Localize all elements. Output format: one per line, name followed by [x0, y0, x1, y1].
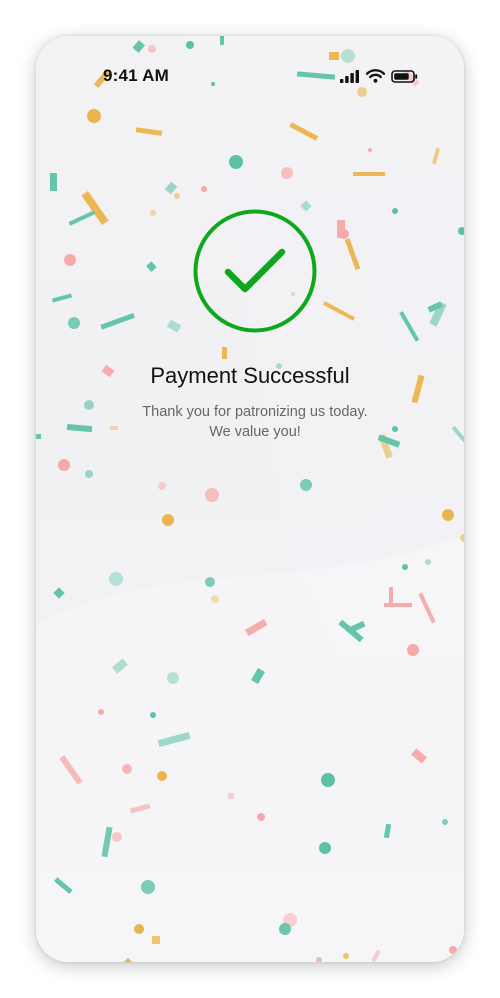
wifi-icon: [366, 69, 385, 83]
background-sheen: [36, 36, 464, 962]
confetti-decoration: [36, 36, 464, 962]
battery-icon: [391, 69, 418, 83]
checkmark-circle-icon: [193, 209, 317, 333]
success-message-line-1: Thank you for patronizing us today.: [142, 404, 368, 420]
signal-icon: [340, 69, 359, 83]
success-title: Payment Successful: [150, 363, 350, 388]
status-icons: [340, 69, 418, 83]
success-message: Thank you for patronizing us today. We v…: [36, 402, 464, 442]
status-time: 9:41 AM: [103, 66, 169, 85]
status-bar: 9:41 AM: [36, 36, 464, 116]
phone-screen: 9:41 AM Payment Successful Thank you for…: [36, 36, 464, 962]
success-message-line-2: We value you!: [209, 424, 301, 440]
